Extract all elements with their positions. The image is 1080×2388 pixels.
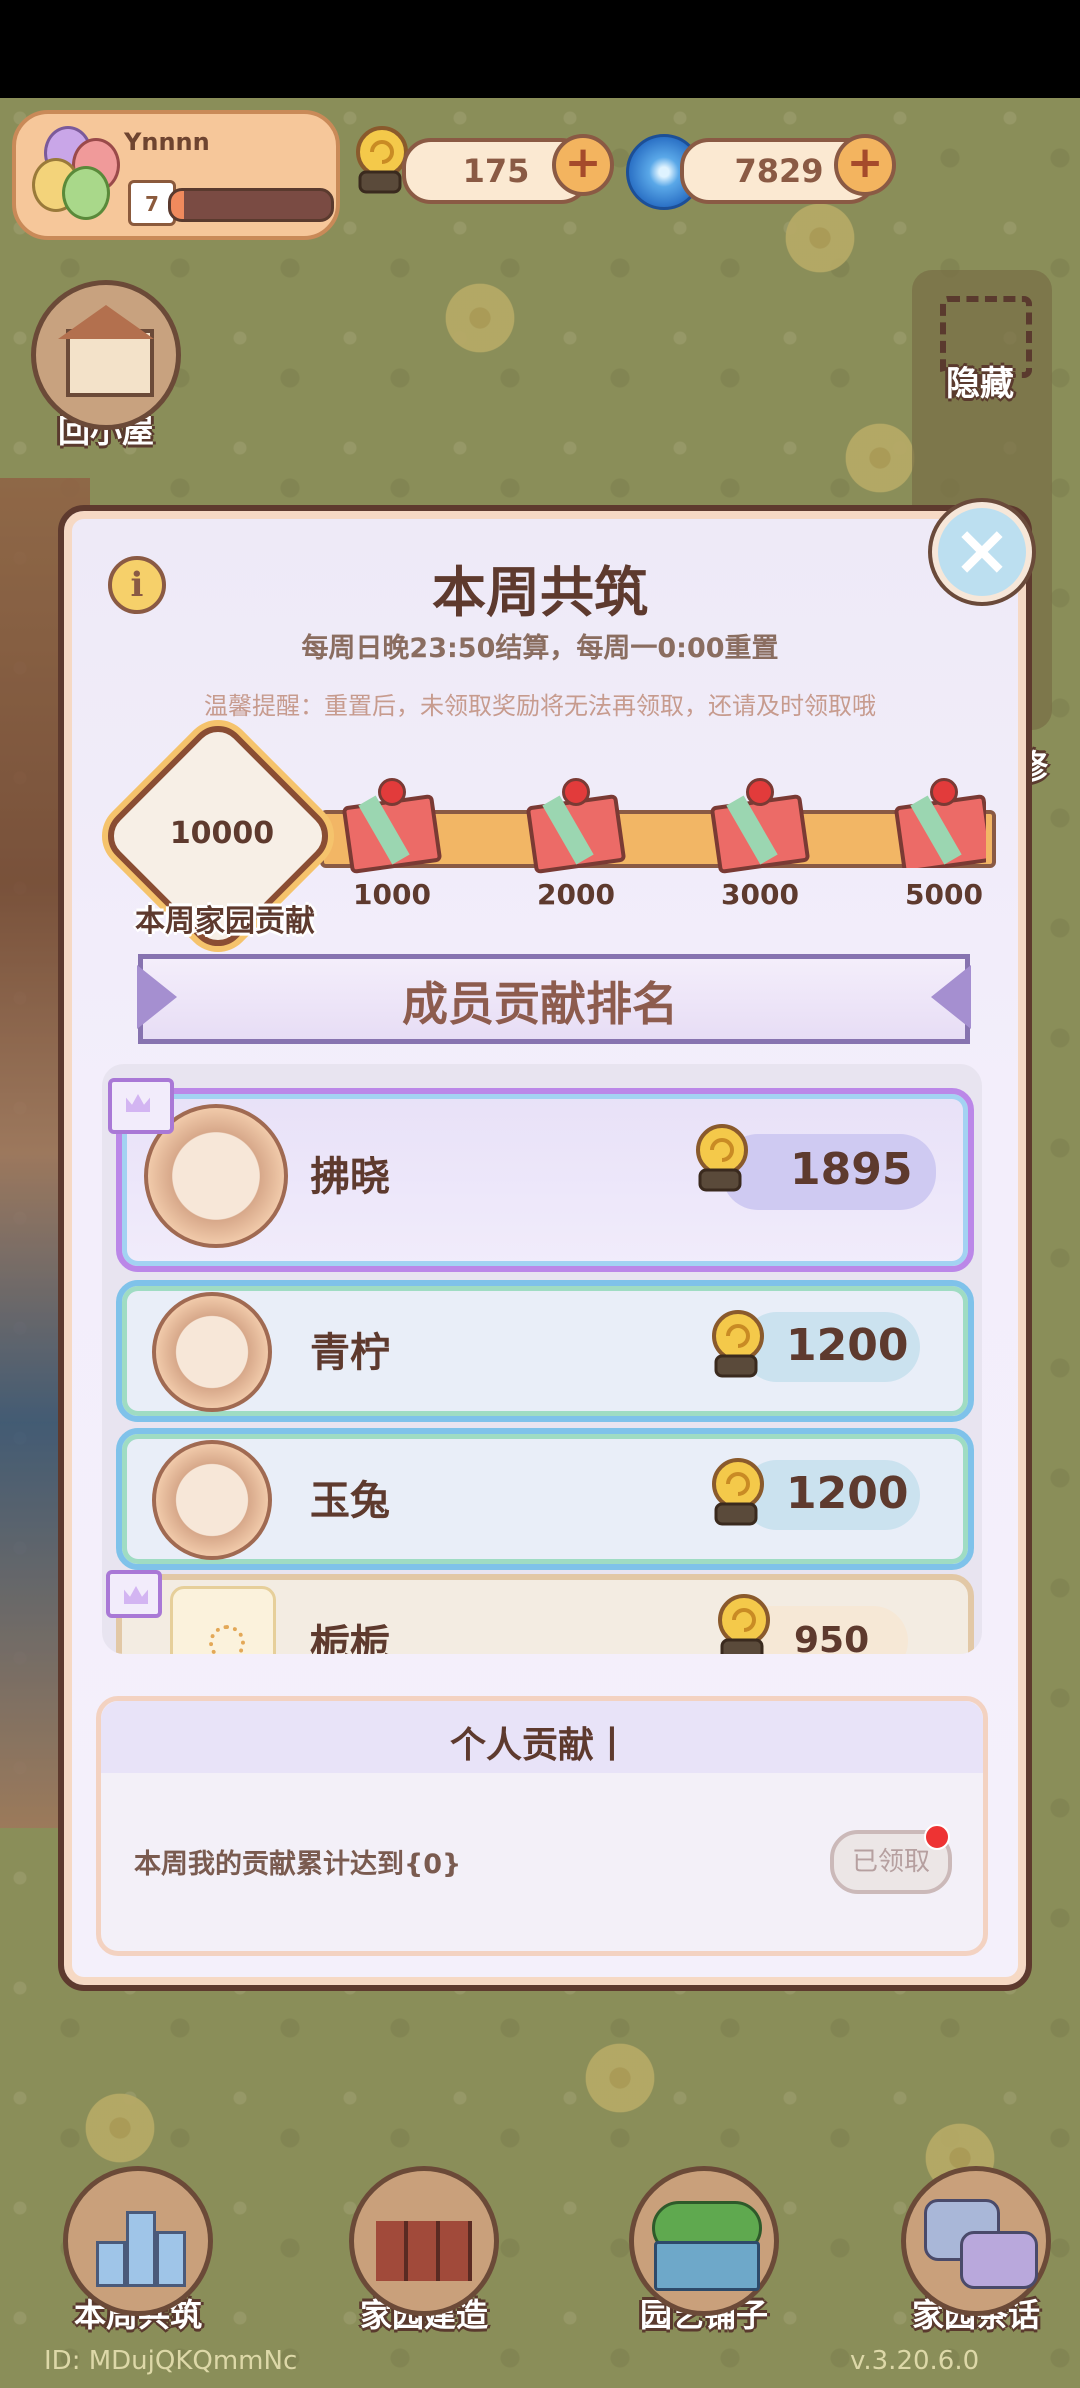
member-ranking-list[interactable]: 拂晓 1895 青柠 1200 玉兔 1200 栀栀 950 xyxy=(102,1064,982,1654)
milestone-label: 3000 xyxy=(721,878,799,911)
home-contribution-label: 本周家园贡献 xyxy=(135,904,315,939)
member-name: 玉兔 xyxy=(310,1478,390,1524)
nav-weekly-build[interactable]: 本周共筑 xyxy=(38,2166,238,2336)
personal-title: 个人贡献丨 xyxy=(449,1725,630,1766)
notification-dot xyxy=(924,1824,950,1850)
player-id: ID: MDujQKQmmNc xyxy=(44,2346,298,2376)
username: Ynnnn xyxy=(124,128,210,156)
milestone-label: 5000 xyxy=(905,878,983,911)
gift-box-icon[interactable] xyxy=(890,778,986,868)
nav-home-chat[interactable]: 家园茶话 xyxy=(876,2166,1076,2336)
golden-snail-icon xyxy=(712,1458,764,1526)
home-contribution-value: 10000 xyxy=(169,816,275,851)
list-item[interactable]: 拂晓 1895 xyxy=(116,1088,974,1272)
deer-avatar xyxy=(152,1440,272,1560)
list-item[interactable]: 青柠 1200 xyxy=(116,1280,974,1422)
bar-chart-icon xyxy=(63,2166,213,2316)
gift-box-icon[interactable] xyxy=(706,778,811,875)
loading-spinner-icon xyxy=(209,1625,245,1654)
planter-basket-icon xyxy=(629,2166,779,2316)
bricks-trowel-icon xyxy=(349,2166,499,2316)
golden-snail-icon xyxy=(712,1310,764,1378)
member-score: 1200 xyxy=(786,1468,909,1519)
golden-snail-icon xyxy=(718,1594,770,1654)
list-item[interactable]: 栀栀 950 xyxy=(116,1574,974,1654)
member-name: 拂晓 xyxy=(310,1154,390,1200)
hide-label[interactable]: 隐藏 xyxy=(946,356,1014,405)
add-snail-button[interactable]: + xyxy=(552,134,614,196)
crown-badge-icon xyxy=(108,1078,174,1134)
home-button[interactable]: 回小屋 xyxy=(26,280,186,452)
balloon-avatar-icon xyxy=(28,120,120,220)
dialog-reminder: 温馨提醒：重置后，未领取奖励将无法再领取，还请及时领取哦 xyxy=(204,692,876,720)
add-swirl-button[interactable]: + xyxy=(834,134,896,196)
member-name: 栀栀 xyxy=(310,1622,390,1654)
ranking-title: 成员贡献排名 xyxy=(402,977,678,1031)
member-score: 1200 xyxy=(786,1320,909,1371)
crown-badge-icon xyxy=(106,1570,162,1618)
milestone-label: 2000 xyxy=(537,878,615,911)
member-score: 1895 xyxy=(790,1144,913,1195)
nav-home-build[interactable]: 家园建造 xyxy=(324,2166,524,2336)
loading-avatar xyxy=(170,1586,276,1654)
member-name: 青柠 xyxy=(310,1330,390,1376)
golden-snail-icon xyxy=(356,126,408,194)
personal-description: 本周我的贡献累计达到{0} xyxy=(134,1849,462,1880)
house-icon xyxy=(31,280,181,430)
dialog-subtitle: 每周日晚23:50结算，每周一0:00重置 xyxy=(301,633,779,664)
milestone-label: 1000 xyxy=(353,878,431,911)
member-score: 950 xyxy=(794,1620,870,1654)
gift-box-icon[interactable] xyxy=(338,778,443,875)
bear-avatar xyxy=(152,1292,272,1412)
dialog-title: 本周共筑 xyxy=(432,561,648,624)
nav-garden-shop[interactable]: 园艺铺子 xyxy=(604,2166,804,2336)
list-item[interactable]: 玉兔 1200 xyxy=(116,1428,974,1570)
gift-box-icon[interactable] xyxy=(522,778,627,875)
golden-snail-icon xyxy=(696,1124,748,1192)
experience-bar xyxy=(168,188,334,222)
chat-bubbles-icon xyxy=(901,2166,1051,2316)
version-label: v.3.20.6.0 xyxy=(850,2346,980,2376)
